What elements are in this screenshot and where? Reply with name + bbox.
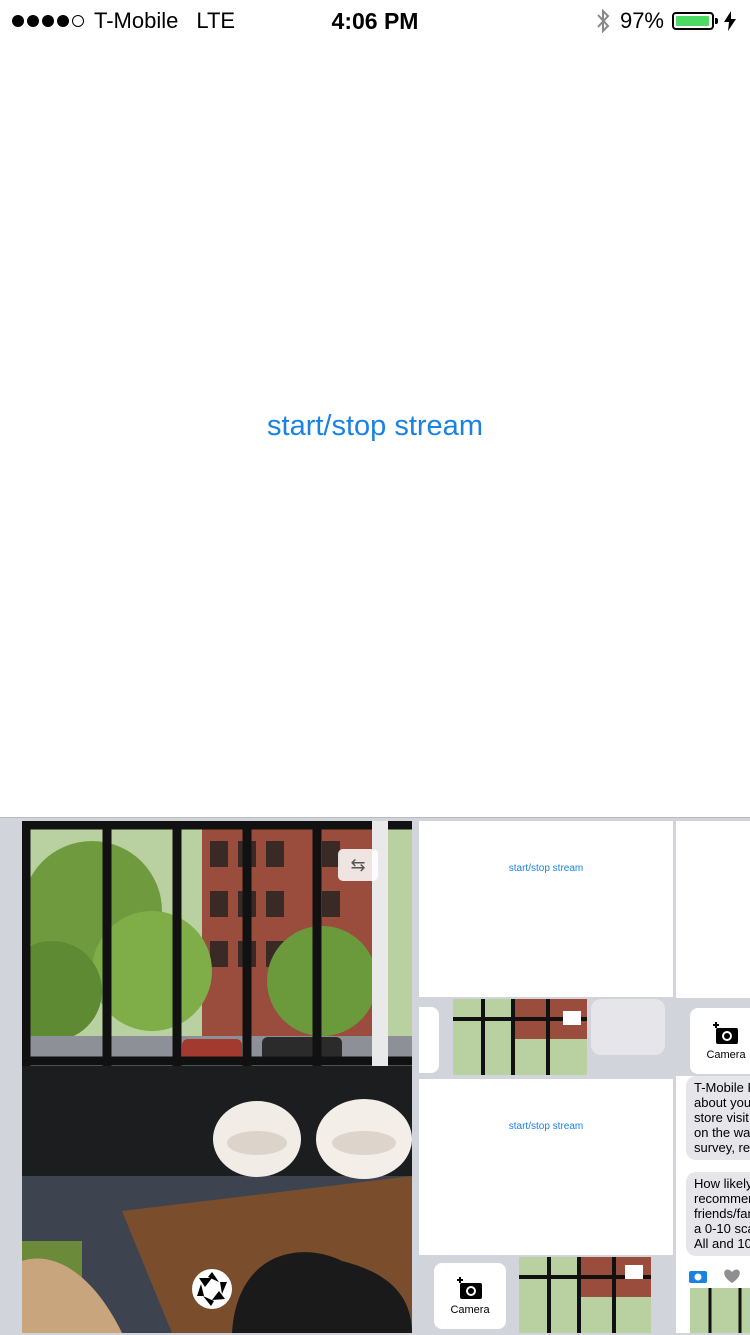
mini-camera-preview-image	[453, 999, 587, 1075]
photo-picker-tray: ⇆ start/stop stream start/stop stream Ca…	[0, 817, 750, 1335]
mini-message-bubble	[591, 999, 665, 1055]
mini-camera-tile	[419, 1007, 439, 1073]
start-stop-stream-button[interactable]: start/stop stream	[0, 410, 750, 443]
thumbnail-mini-tray	[419, 997, 673, 1075]
camera-icon	[689, 1271, 707, 1283]
switch-camera-icon[interactable]: ⇆	[338, 849, 378, 881]
photo-thumbnail[interactable]: start/stop stream Camera	[419, 1079, 673, 1333]
heart-icon	[724, 1269, 740, 1283]
camera-plus-icon	[457, 1277, 482, 1299]
message-bubble: T-Mobile F about your store visit! on th…	[686, 1076, 750, 1160]
thumbnail-mini-tray: Camera	[419, 1255, 673, 1333]
battery-percent: 97%	[619, 8, 664, 33]
camera-plus-icon	[713, 1022, 738, 1044]
status-right: 97%	[596, 6, 736, 36]
photo-thumbnail[interactable]: start/stop stream	[419, 821, 673, 1075]
live-camera-preview[interactable]: ⇆	[22, 821, 412, 1333]
photo-thumbnail[interactable]: Camera T-Mobile F about your store visit…	[676, 998, 750, 1333]
thumbnail-button-text: start/stop stream	[508, 1121, 584, 1132]
status-bar: T-Mobile LTE 4:06 PM 97%	[0, 0, 750, 40]
charging-bolt-icon	[724, 11, 736, 31]
mini-camera-tile: Camera	[690, 1008, 750, 1074]
shutter-icon[interactable]	[191, 1268, 233, 1310]
mini-camera-preview-image	[690, 1288, 750, 1333]
camera-tile-label: Camera	[450, 1304, 490, 1316]
battery-icon	[672, 12, 718, 30]
mini-camera-preview-image	[519, 1257, 651, 1333]
camera-scene-image	[22, 821, 412, 1333]
thumbnail-button-text: start/stop stream	[508, 863, 584, 874]
mini-camera-tile: Camera	[434, 1263, 506, 1329]
bluetooth-icon	[597, 9, 610, 33]
message-bubble: How likely recommen friends/fan a 0-10 s…	[686, 1172, 750, 1256]
message-preview: T-Mobile F about your store visit! on th…	[676, 1076, 750, 1333]
camera-tile-label: Camera	[706, 1049, 746, 1061]
